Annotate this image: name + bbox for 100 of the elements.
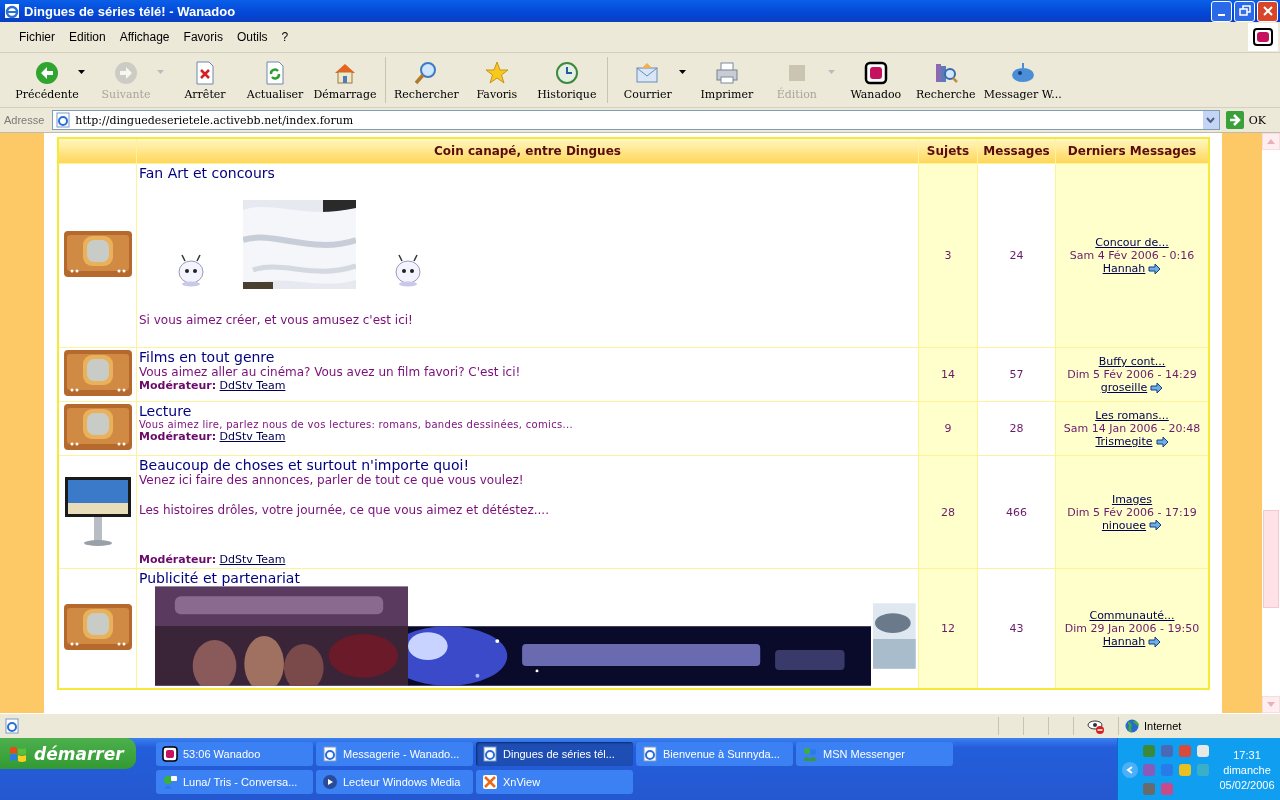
menu-item[interactable]: Favoris bbox=[176, 30, 230, 44]
taskbar-button[interactable]: Lecteur Windows Media bbox=[316, 770, 473, 794]
scroll-up-button[interactable] bbox=[1262, 133, 1280, 150]
forum-title[interactable]: Lecture bbox=[139, 403, 916, 419]
arrow-icon[interactable] bbox=[1155, 436, 1169, 447]
toolbar-button[interactable]: Précédente bbox=[12, 57, 82, 103]
forum-title[interactable]: Publicité et partenariat bbox=[139, 570, 916, 586]
globe-icon bbox=[1125, 719, 1139, 733]
tray-icon[interactable] bbox=[1195, 761, 1211, 778]
tray-icon[interactable] bbox=[1195, 742, 1211, 759]
menu-item[interactable]: Outils bbox=[229, 30, 275, 44]
toolbar-button[interactable]: Démarrage bbox=[310, 57, 380, 103]
scroll-down-button[interactable] bbox=[1262, 696, 1280, 713]
taskbar-button[interactable]: XnView bbox=[476, 770, 633, 794]
taskbar-button[interactable]: 53:06 Wanadoo bbox=[156, 742, 313, 766]
tray-icon[interactable] bbox=[1159, 780, 1175, 797]
toolbar-button[interactable]: Recherche bbox=[910, 57, 981, 103]
toolbar-button[interactable]: Courrier bbox=[612, 57, 683, 103]
arrow-icon[interactable] bbox=[1148, 263, 1162, 274]
forum-title[interactable]: Films en tout genre bbox=[139, 349, 916, 365]
tray-icon[interactable] bbox=[1141, 761, 1157, 778]
chat-icon bbox=[162, 774, 178, 790]
clock-day: dimanche bbox=[1223, 763, 1271, 776]
window-title: Dingues de séries télé! - Wanadoo bbox=[24, 3, 237, 19]
forum-description: Si vous aimez créer, et vous amusez c'est ici! bbox=[139, 313, 414, 327]
taskbar-button[interactable]: Dingues de séries tél... bbox=[476, 742, 633, 766]
post-date: Dim 29 Jan 2006 - 19:50 bbox=[1063, 622, 1201, 635]
browser-icon bbox=[322, 746, 338, 762]
go-button[interactable]: OK bbox=[1223, 111, 1276, 129]
minimize-button[interactable] bbox=[1211, 0, 1232, 22]
expand-tray-button[interactable] bbox=[1122, 761, 1138, 778]
topic-count: 3 bbox=[918, 163, 978, 348]
taskbar-button[interactable]: Luna/ Tris - Conversa... bbox=[156, 770, 313, 794]
clock-time: 17:31 bbox=[1233, 748, 1261, 761]
toolbar-button[interactable]: Messager W... bbox=[980, 57, 1065, 103]
toolbar-button[interactable]: Rechercher bbox=[391, 57, 462, 103]
clock-date: 05/02/2006 bbox=[1219, 778, 1275, 791]
last-post-link[interactable]: Communauté... bbox=[1057, 609, 1207, 622]
topic-count: 28 bbox=[918, 455, 978, 569]
moderator-line: Modérateur: DdStv Team bbox=[139, 379, 287, 392]
caret-icon[interactable] bbox=[678, 70, 686, 74]
tray-icon[interactable] bbox=[1159, 742, 1175, 759]
author-link[interactable]: Trismegite bbox=[1095, 435, 1153, 448]
tray-icon[interactable] bbox=[1177, 761, 1193, 778]
arrow-icon[interactable] bbox=[1148, 636, 1162, 647]
post-count: 57 bbox=[977, 347, 1056, 402]
arrow-icon[interactable] bbox=[1150, 382, 1164, 393]
scroll-thumb[interactable] bbox=[1263, 510, 1279, 608]
forum-title[interactable]: Fan Art et concours bbox=[139, 165, 916, 181]
toolbar-button[interactable]: Favoris bbox=[461, 57, 532, 103]
menu-item[interactable]: Affichage bbox=[112, 30, 177, 44]
taskbar-button[interactable]: Bienvenue à Sunnyda... bbox=[636, 742, 793, 766]
tray-icon[interactable] bbox=[1141, 742, 1157, 759]
restore-button[interactable] bbox=[1234, 0, 1255, 22]
forum-title[interactable]: Beaucoup de choses et surtout n'importe quoi! bbox=[139, 457, 916, 473]
column-header: Derniers Messages bbox=[1055, 138, 1209, 164]
scrollbar[interactable] bbox=[1262, 133, 1280, 713]
toolbar-button[interactable]: Arrêter bbox=[170, 57, 240, 103]
post-count: 24 bbox=[977, 163, 1056, 348]
taskbar-button[interactable]: MSN Messenger bbox=[796, 742, 953, 766]
brand-logo-icon bbox=[162, 746, 178, 762]
toolbar-button[interactable]: Historique bbox=[531, 57, 602, 103]
arrow-icon bbox=[1225, 111, 1244, 129]
moderator-link[interactable]: DdStv Team bbox=[219, 430, 286, 443]
dropdown-button[interactable] bbox=[1202, 111, 1219, 129]
menu-item[interactable]: ? bbox=[274, 30, 296, 44]
post-date: Sam 4 Fév 2006 - 0:16 bbox=[1068, 249, 1196, 262]
post-count: 28 bbox=[977, 401, 1056, 456]
column-header: Coin canapé, entre Dingues bbox=[136, 138, 919, 164]
brand-logo-icon bbox=[862, 59, 889, 86]
caret-icon[interactable] bbox=[78, 70, 85, 74]
author-link[interactable]: Hannah bbox=[1102, 262, 1146, 275]
toolbar-button[interactable]: Imprimer bbox=[691, 57, 762, 103]
toolbar-button[interactable]: Wanadoo bbox=[840, 57, 911, 103]
arrow-icon[interactable] bbox=[1149, 520, 1163, 530]
tray-icon[interactable] bbox=[1141, 780, 1157, 797]
tray-icon[interactable] bbox=[1159, 761, 1175, 778]
author-link[interactable]: Hannah bbox=[1102, 635, 1146, 648]
tray-icon[interactable] bbox=[1177, 742, 1193, 759]
taskbar-button[interactable]: Messagerie - Wanado... bbox=[316, 742, 473, 766]
privacy-icon[interactable] bbox=[1087, 718, 1105, 734]
topic-count: 12 bbox=[918, 568, 978, 689]
author-link[interactable]: ninouee bbox=[1101, 518, 1147, 532]
menu-item[interactable]: Edition bbox=[62, 30, 113, 44]
last-post-link[interactable]: Les romans... bbox=[1057, 409, 1207, 422]
moderator-link[interactable]: DdStv Team bbox=[219, 379, 286, 392]
moderator-link[interactable]: DdStv Team bbox=[219, 553, 286, 566]
last-post-link[interactable]: Concour de... bbox=[1057, 236, 1207, 249]
toolbar-button[interactable]: Actualiser bbox=[240, 57, 310, 103]
close-button[interactable] bbox=[1257, 0, 1278, 22]
people-icon bbox=[802, 746, 818, 762]
column-header: Messages bbox=[977, 138, 1056, 164]
menu-item[interactable]: Fichier bbox=[12, 30, 62, 44]
brand-logo-icon bbox=[1248, 23, 1278, 51]
author-link[interactable]: groseille bbox=[1100, 381, 1148, 394]
last-post-link[interactable]: Buffy cont... bbox=[1057, 355, 1207, 368]
down-arrow-icon bbox=[1267, 702, 1275, 707]
address-field[interactable]: http://dinguedeserietele.activebb.net/index.forum bbox=[52, 110, 1220, 130]
address-label: Adresse bbox=[4, 114, 46, 126]
last-post-link[interactable]: Images bbox=[1057, 492, 1207, 506]
